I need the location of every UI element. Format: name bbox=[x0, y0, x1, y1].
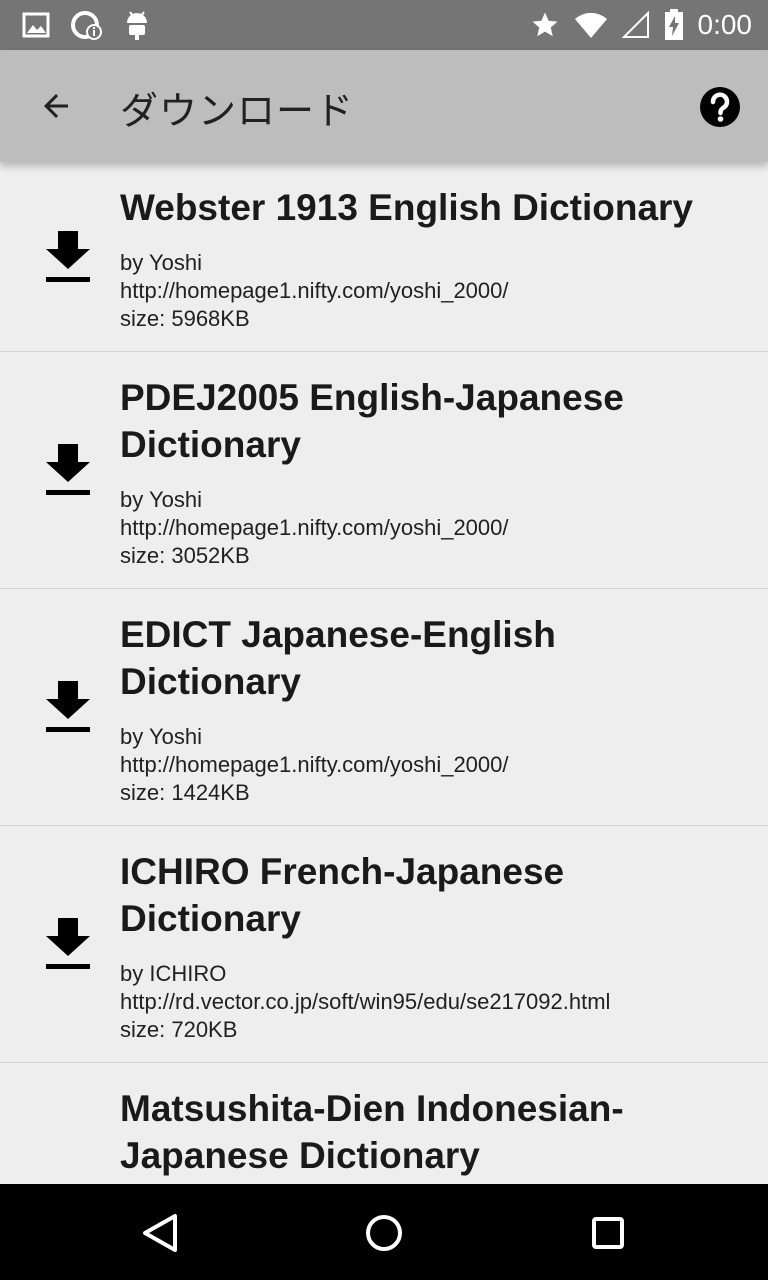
navigation-bar bbox=[0, 1184, 768, 1280]
image-icon bbox=[22, 12, 50, 38]
dictionary-item[interactable]: PDEJ2005 English-Japanese Dictionary by … bbox=[0, 352, 768, 589]
dictionary-list: Webster 1913 English Dictionary by Yoshi… bbox=[0, 162, 768, 1184]
dictionary-size: size: 5968KB bbox=[120, 306, 250, 331]
dictionary-item[interactable]: Matsushita-Dien Indonesian-Japanese Dict… bbox=[0, 1063, 768, 1184]
help-circle-icon bbox=[698, 85, 742, 129]
dictionary-size: size: 1424KB bbox=[120, 780, 250, 805]
dictionary-item[interactable]: Webster 1913 English Dictionary by Yoshi… bbox=[0, 162, 768, 352]
download-icon bbox=[44, 442, 92, 498]
star-icon bbox=[530, 10, 560, 40]
download-icon bbox=[44, 916, 92, 972]
home-circle-icon bbox=[359, 1208, 409, 1258]
dictionary-author: by Yoshi bbox=[120, 487, 202, 512]
download-icon bbox=[44, 229, 92, 285]
dictionary-author: by ICHIRO bbox=[120, 961, 227, 986]
dictionary-title: ICHIRO French-Japanese Dictionary bbox=[120, 851, 565, 939]
dictionary-title: Matsushita-Dien Indonesian-Japanese Dict… bbox=[120, 1088, 624, 1176]
arrow-back-icon bbox=[38, 88, 74, 124]
dictionary-item[interactable]: EDICT Japanese-English Dictionary by Yos… bbox=[0, 589, 768, 826]
back-button[interactable] bbox=[24, 74, 88, 138]
recents-square-icon bbox=[583, 1208, 633, 1258]
status-left-icons bbox=[22, 9, 150, 41]
dictionary-url: http://homepage1.nifty.com/yoshi_2000/ bbox=[120, 515, 509, 540]
dictionary-author: by Yoshi bbox=[120, 724, 202, 749]
dictionary-item[interactable]: ICHIRO French-Japanese Dictionary by ICH… bbox=[0, 826, 768, 1063]
dictionary-title: PDEJ2005 English-Japanese Dictionary bbox=[120, 377, 624, 465]
back-triangle-icon bbox=[135, 1208, 185, 1258]
wifi-icon bbox=[574, 11, 608, 39]
battery-icon bbox=[664, 9, 684, 41]
app-bar: ダウンロード bbox=[0, 50, 768, 162]
dictionary-author: by Yoshi bbox=[120, 250, 202, 275]
page-title: ダウンロード bbox=[120, 89, 355, 133]
nav-home-button[interactable] bbox=[359, 1208, 409, 1258]
dictionary-size: size: 3052KB bbox=[120, 543, 250, 568]
help-button[interactable] bbox=[698, 85, 742, 129]
dictionary-url: http://homepage1.nifty.com/yoshi_2000/ bbox=[120, 278, 509, 303]
dictionary-url: http://rd.vector.co.jp/soft/win95/edu/se… bbox=[120, 989, 611, 1014]
sync-info-icon bbox=[70, 9, 104, 41]
signal-icon bbox=[621, 11, 650, 39]
status-bar: 0:00 bbox=[0, 0, 768, 50]
android-icon bbox=[124, 9, 150, 41]
dictionary-size: size: 720KB bbox=[120, 1017, 238, 1042]
nav-recents-button[interactable] bbox=[583, 1208, 633, 1258]
status-right-icons: 0:00 bbox=[530, 8, 753, 42]
dictionary-url: http://homepage1.nifty.com/yoshi_2000/ bbox=[120, 752, 509, 777]
dictionary-title: EDICT Japanese-English Dictionary bbox=[120, 614, 556, 702]
nav-back-button[interactable] bbox=[135, 1208, 185, 1258]
clock-text: 0:00 bbox=[697, 9, 753, 40]
download-icon bbox=[44, 679, 92, 735]
dictionary-title: Webster 1913 English Dictionary bbox=[120, 187, 694, 228]
